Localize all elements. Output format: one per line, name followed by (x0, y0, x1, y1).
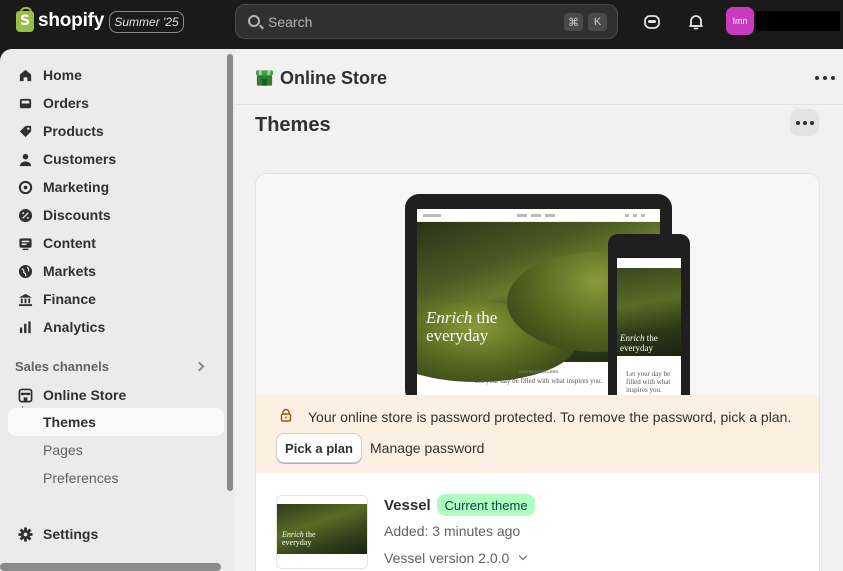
store-name-redacted[interactable] (756, 11, 840, 31)
pick-plan-button[interactable]: Pick a plan (276, 433, 362, 463)
sidebar-item-label: Customers (43, 151, 117, 167)
phone-subtext: Let your day be filled with what inspire… (626, 370, 671, 394)
sidebar-item-label: Finance (43, 291, 96, 307)
content-icon (19, 238, 32, 251)
tablet-headline: Enrich the everyday (426, 308, 498, 345)
sidebar-item-label: Orders (43, 95, 89, 111)
sidebar-item-customers[interactable]: Customers (8, 146, 224, 172)
sidebar-item-label: Products (43, 123, 104, 139)
lock-icon (280, 408, 292, 422)
inbox-icon (19, 98, 32, 109)
page-title: Themes (255, 114, 331, 136)
sidebar-item-discounts[interactable]: Discounts (8, 202, 224, 228)
sidebar-item-online-store[interactable]: Online Store (8, 382, 224, 408)
bank-icon (18, 293, 33, 307)
sidebar-scrollbar[interactable] (227, 54, 233, 491)
top-bar: shopify Summer '25 ⌘ K Imn (0, 0, 843, 49)
bell-icon[interactable] (684, 10, 708, 34)
sidebar-item-markets[interactable]: Markets (8, 258, 224, 284)
logo-wordmark: shopify (38, 10, 105, 31)
target-icon (18, 180, 33, 195)
sidebar-subitem-label: Preferences (43, 470, 119, 486)
sidebar-subitem-themes[interactable]: Themes (8, 408, 224, 436)
chevron-right-icon[interactable] (194, 361, 205, 372)
sidebar-subitem-label: Pages (43, 442, 83, 458)
sidebar-item-analytics[interactable]: Analytics (8, 314, 224, 340)
current-theme-badge: Current theme (437, 494, 535, 516)
theme-added-time: Added: 3 minutes ago (384, 523, 521, 539)
sidebar-item-label: Home (43, 67, 82, 83)
main-content: Online Store Themes Enrich the everyday … (235, 49, 843, 571)
theme-thumbnail[interactable]: Enrich the everyday (276, 495, 368, 569)
search-input[interactable] (268, 12, 528, 32)
sidebar-item-marketing[interactable]: Marketing (8, 174, 224, 200)
theme-name: Vessel (384, 497, 431, 514)
search-icon (248, 15, 260, 27)
online-store-app-icon (255, 70, 274, 86)
theme-version-dropdown[interactable]: Vessel version 2.0.0 (384, 550, 509, 566)
sidebar-item-orders[interactable]: Orders (8, 90, 224, 116)
more-actions-icon[interactable] (815, 71, 835, 85)
sidebar: Home Orders Products Customers Marketing… (0, 49, 235, 571)
home-icon (19, 69, 32, 82)
phone-preview: Enrich the everyday Let your day be fill… (608, 234, 690, 404)
current-theme-card: Enrich the everyday OUR BESTSELLERS Let … (255, 173, 820, 571)
edition-badge[interactable]: Summer '25 (109, 11, 184, 33)
sidebar-item-settings[interactable]: Settings (8, 521, 224, 547)
manage-password-link[interactable]: Manage password (370, 440, 484, 456)
page-more-actions-button[interactable] (790, 109, 819, 136)
storefront-icon (18, 388, 33, 403)
search-bar[interactable]: ⌘ K (235, 4, 618, 39)
banner-message: Your online store is password protected.… (308, 409, 792, 425)
command-key-hint: ⌘ (564, 13, 583, 31)
globe-icon (18, 264, 33, 279)
theme-preview[interactable]: Enrich the everyday OUR BESTSELLERS Let … (256, 174, 819, 404)
app-header: Online Store (235, 49, 843, 105)
app-title: Online Store (280, 68, 388, 88)
sidebar-subitem-preferences[interactable]: Preferences (8, 464, 224, 492)
sidebar-item-home[interactable]: Home (8, 62, 224, 88)
sidekick-icon[interactable] (640, 10, 664, 34)
sidebar-item-label: Analytics (43, 319, 106, 335)
person-icon (19, 153, 32, 167)
password-protection-banner: Your online store is password protected.… (256, 395, 819, 473)
chevron-down-icon[interactable] (518, 551, 528, 561)
sidebar-item-content[interactable]: Content (8, 230, 224, 256)
sidebar-item-label: Discounts (43, 207, 111, 223)
sidebar-item-finance[interactable]: Finance (8, 286, 224, 312)
sales-channels-title: Sales channels (15, 359, 109, 374)
shopify-logo[interactable]: shopify (16, 6, 105, 32)
k-key-hint: K (588, 13, 607, 31)
bar-chart-icon (19, 321, 31, 334)
sidebar-item-label: Marketing (43, 179, 110, 195)
sidebar-horizontal-scrollbar[interactable] (0, 563, 221, 571)
sidebar-item-label: Settings (43, 526, 99, 542)
store-avatar[interactable]: Imn (726, 7, 754, 35)
sidebar-item-label: Markets (43, 263, 96, 279)
discount-icon (18, 208, 33, 223)
theme-info-row: Enrich the everyday Vessel Current theme… (256, 473, 819, 571)
sidebar-subitem-label: Themes (43, 414, 96, 430)
shopify-bag-icon (16, 6, 34, 32)
sidebar-item-products[interactable]: Products (8, 118, 224, 144)
sidebar-item-label: Content (43, 235, 96, 251)
sidebar-subitem-pages[interactable]: Pages (8, 436, 224, 464)
gear-icon (18, 527, 33, 542)
phone-headline: Enrich the everyday (620, 333, 658, 353)
tag-icon (19, 125, 32, 138)
thumbnail-headline: Enrich the everyday (282, 530, 316, 547)
sidebar-item-label: Online Store (43, 387, 127, 403)
